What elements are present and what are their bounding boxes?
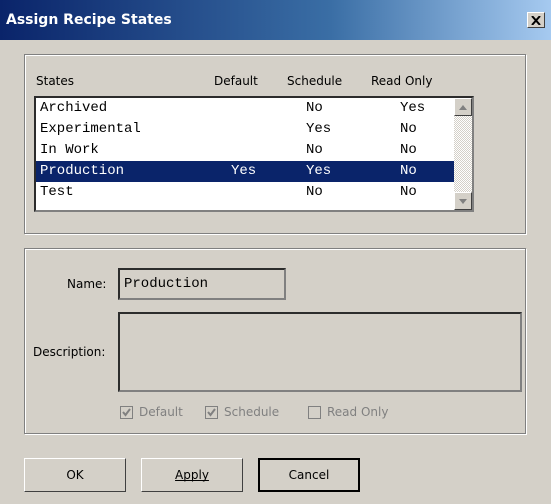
checkmark-icon: [207, 407, 216, 417]
default-checkbox[interactable]: Default: [120, 405, 183, 419]
close-button[interactable]: [527, 12, 545, 28]
close-icon: [531, 15, 541, 25]
vertical-scrollbar[interactable]: [454, 98, 472, 210]
arrow-up-icon: [459, 104, 467, 110]
read-only-cell: No: [400, 184, 417, 200]
schedule-cell: No: [306, 142, 323, 158]
scroll-down-button[interactable]: [454, 192, 472, 210]
window-title: Assign Recipe States: [6, 12, 172, 28]
schedule-checkbox-label: Schedule: [224, 405, 280, 419]
state-row[interactable]: Archived No Yes: [36, 98, 454, 119]
schedule-cell: Yes: [306, 163, 332, 179]
apply-button[interactable]: Apply: [141, 458, 243, 492]
read-only-checkbox-label: Read Only: [327, 405, 389, 419]
name-label: Name:: [67, 277, 107, 291]
states-column-header: States: [36, 74, 75, 88]
name-field[interactable]: Production: [118, 268, 286, 300]
state-name-cell: Production: [40, 163, 125, 179]
ok-button[interactable]: OK: [24, 458, 126, 492]
title-bar[interactable]: Assign Recipe States: [0, 0, 551, 40]
apply-button-label: Apply: [175, 468, 209, 482]
schedule-cell: No: [306, 100, 323, 116]
default-checkbox-label: Default: [139, 405, 183, 419]
read-only-column-header: Read Only: [371, 74, 433, 88]
default-cell: Yes: [231, 163, 257, 179]
checkmark-icon: [122, 407, 131, 417]
scroll-up-button[interactable]: [454, 98, 472, 116]
state-name-cell: Test: [40, 184, 74, 200]
schedule-column-header: Schedule: [287, 74, 343, 88]
read-only-checkbox[interactable]: Read Only: [308, 405, 388, 419]
state-row[interactable]: Test No No: [36, 182, 454, 203]
states-list[interactable]: Archived No Yes Experimental Yes No In Work No N…: [34, 96, 474, 212]
cancel-button[interactable]: Cancel: [258, 458, 360, 492]
state-name-cell: Archived: [40, 100, 108, 116]
checkbox-icon: [205, 405, 218, 419]
schedule-cell: Yes: [306, 121, 332, 137]
state-name-cell: In Work: [40, 142, 99, 158]
read-only-cell: No: [400, 142, 417, 158]
read-only-cell: No: [400, 163, 417, 179]
checkbox-icon: [120, 405, 133, 419]
arrow-down-icon: [459, 198, 467, 204]
description-field[interactable]: [118, 312, 522, 392]
state-row[interactable]: Production Yes Yes No: [36, 161, 454, 182]
state-row[interactable]: In Work No No: [36, 140, 454, 161]
read-only-cell: Yes: [400, 100, 426, 116]
state-row[interactable]: Experimental Yes No: [36, 119, 454, 140]
state-name-cell: Experimental: [40, 121, 141, 137]
default-column-header: Default: [214, 74, 258, 88]
description-label: Description:: [33, 345, 106, 359]
schedule-checkbox[interactable]: Schedule: [205, 405, 279, 419]
read-only-cell: No: [400, 121, 417, 137]
schedule-cell: No: [306, 184, 323, 200]
checkbox-icon: [308, 405, 321, 419]
